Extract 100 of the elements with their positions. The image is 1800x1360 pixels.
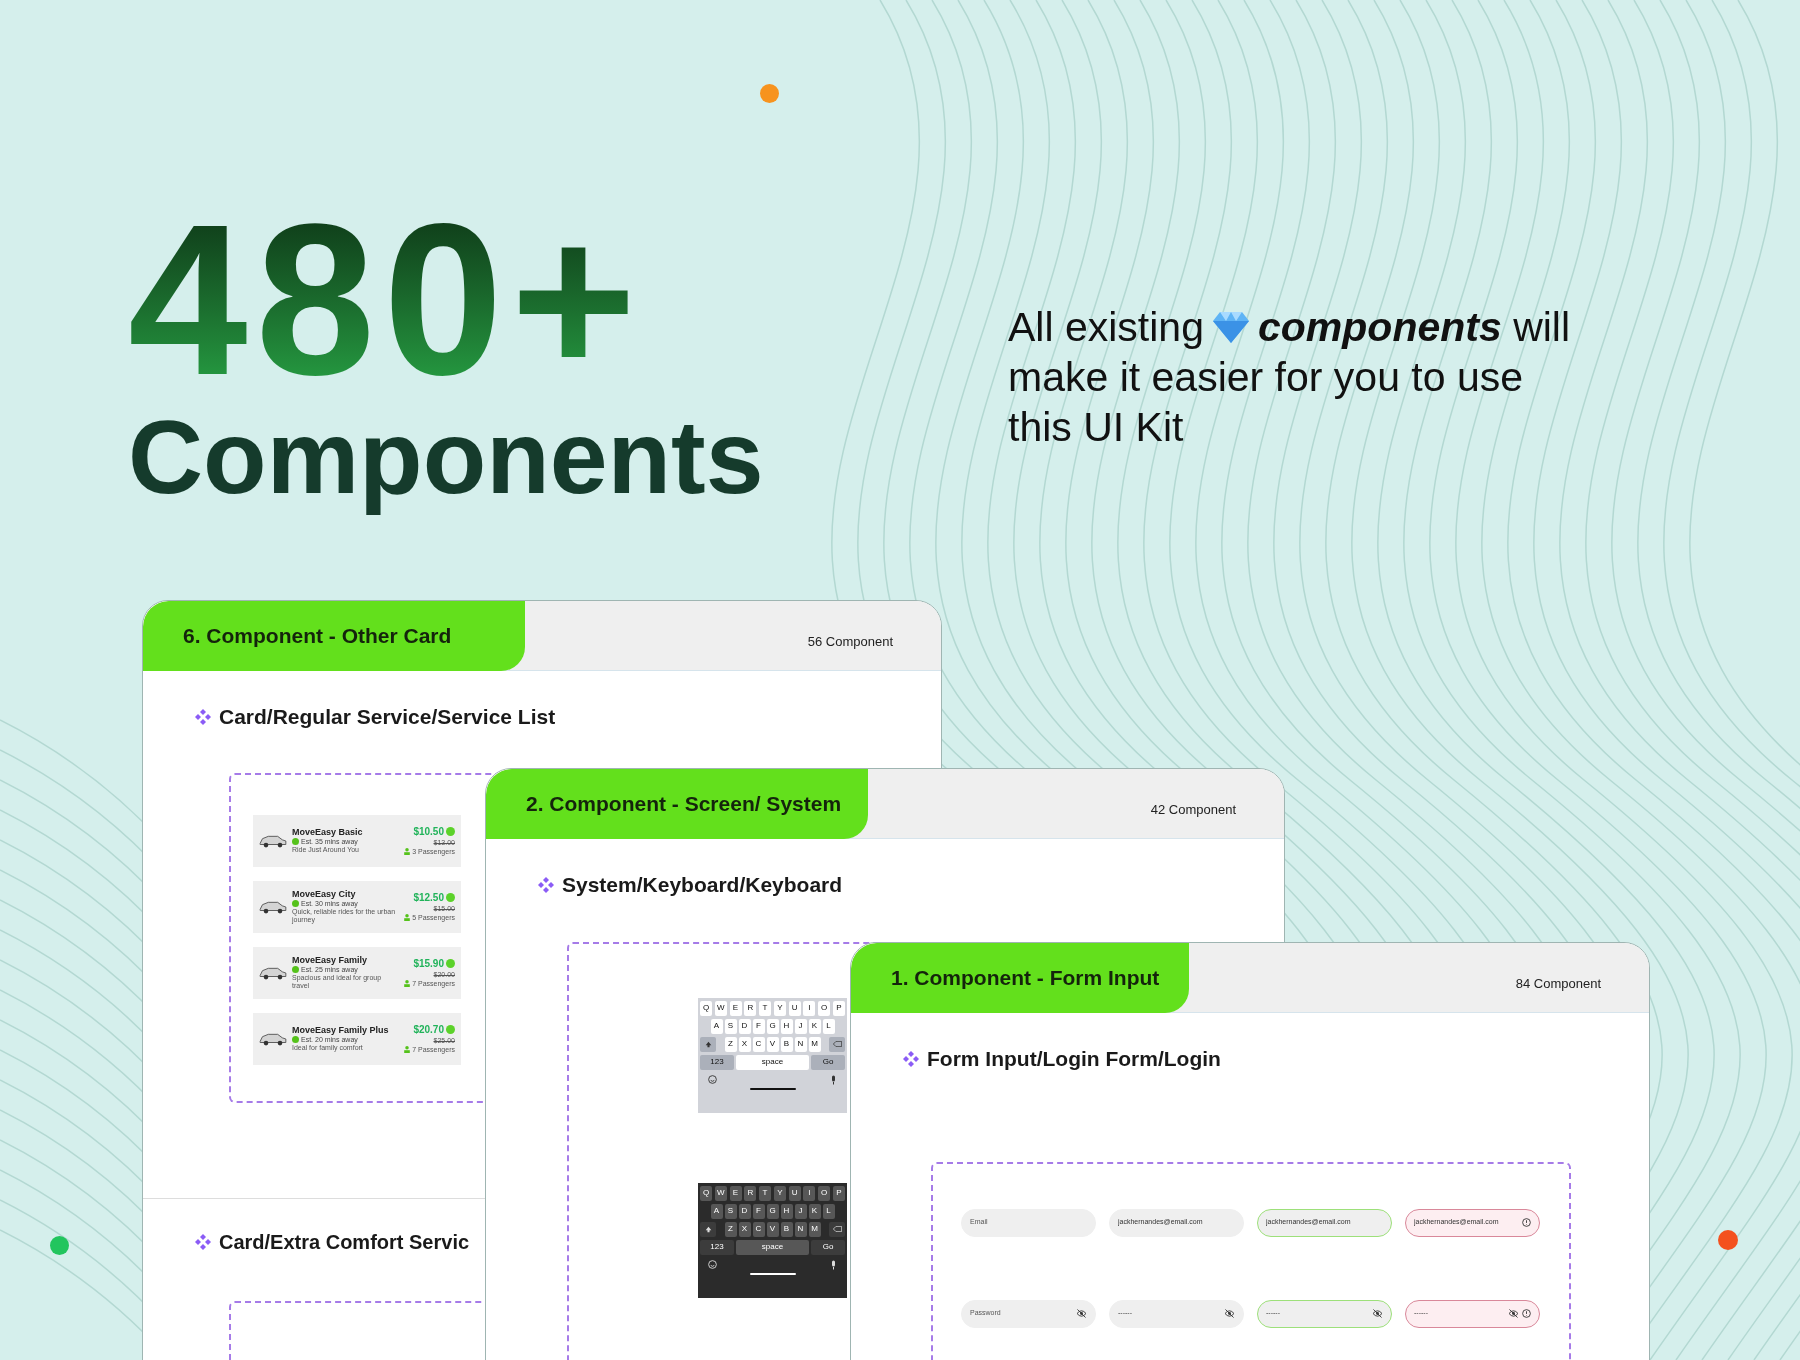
keyboard-key[interactable]: B [780,1221,793,1237]
keyboard-key[interactable]: 123 [700,1054,734,1070]
keyboard-key[interactable]: N [794,1036,807,1052]
component-count: 42 Component [1150,801,1236,819]
keyboard-key[interactable]: H [780,1018,793,1034]
keyboard-key[interactable]: W [714,1000,727,1016]
keyboard-key[interactable]: R [744,1000,757,1016]
car-icon [259,833,287,848]
eye-off-icon[interactable] [1076,1309,1087,1318]
keyboard-key[interactable]: Go [811,1054,845,1070]
component-icon [195,708,211,725]
keyboard-key[interactable]: C [752,1036,765,1052]
keyboard-key[interactable]: N [794,1221,807,1237]
shift-key[interactable] [700,1036,716,1052]
keyboard-key[interactable]: K [808,1018,821,1034]
shift-key[interactable] [700,1221,716,1237]
eye-off-icon[interactable] [1508,1309,1519,1318]
component-icon [195,1233,211,1250]
car-icon [259,899,287,914]
home-indicator [749,1087,796,1090]
person-icon [404,913,411,921]
keyboard-key[interactable]: Y [773,1185,786,1201]
keyboard-key[interactable]: P [832,1000,845,1016]
panel-title-tab[interactable]: 2. Component - Screen/ System [486,769,868,839]
keyboard-key[interactable]: L [822,1203,835,1219]
intro-text: All existing [1008,303,1204,352]
keyboard-key[interactable]: Z [724,1036,737,1052]
panel-title: 2. Component - Screen/ System [526,791,842,818]
headline-label: Components [128,398,764,517]
keyboard-key[interactable]: S [724,1203,737,1219]
keyboard-key[interactable]: V [766,1221,779,1237]
space-key[interactable]: space [736,1054,809,1070]
keyboard-key[interactable]: E [729,1000,742,1016]
car-icon [259,965,287,980]
component-count: 84 Component [1515,975,1601,993]
person-icon [404,979,411,987]
person-icon [404,847,411,855]
keyboard-key[interactable]: I [803,1185,816,1201]
section-heading: Card/Regular Service/Service List [219,704,556,730]
keyboard-key[interactable]: E [729,1185,742,1201]
home-indicator [749,1272,796,1275]
panel-title-tab[interactable]: 6. Component - Other Card [143,601,525,671]
keyboard-key[interactable]: Z [724,1221,737,1237]
keyboard-key[interactable]: L [822,1018,835,1034]
keyboard-key[interactable]: A [710,1018,723,1034]
keyboard-key[interactable]: T [759,1185,772,1201]
keyboard-key[interactable]: S [724,1018,737,1034]
keyboard-key[interactable]: R [744,1185,757,1201]
keyboard-key[interactable]: B [780,1036,793,1052]
keyboard-key[interactable]: V [766,1036,779,1052]
keyboard-key[interactable]: F [752,1018,765,1034]
backspace-key[interactable] [829,1221,845,1237]
keyboard-key[interactable]: U [788,1000,801,1016]
backspace-key[interactable] [829,1036,845,1052]
intro-text: this UI Kit [1008,403,1185,452]
keyboard-key[interactable]: M [808,1036,821,1052]
space-key[interactable]: space [736,1239,809,1255]
microphone-icon[interactable] [830,1259,837,1270]
panel-title: 6. Component - Other Card [183,623,452,650]
service-name: MoveEasy Family [292,955,369,965]
keyboard-key[interactable]: F [752,1203,765,1219]
component-count: 56 Component [807,633,893,651]
keyboard-key[interactable]: X [738,1221,751,1237]
keyboard-key[interactable]: J [794,1203,807,1219]
keyboard-key[interactable]: X [738,1036,751,1052]
keyboard-key[interactable]: D [738,1203,751,1219]
keyboard-key[interactable]: U [788,1185,801,1201]
keyboard-key[interactable]: G [766,1203,779,1219]
microphone-icon[interactable] [830,1074,837,1085]
emoji-icon[interactable] [708,1075,717,1084]
keyboard-key[interactable]: O [818,1000,831,1016]
keyboard-key[interactable]: J [794,1018,807,1034]
keyboard-key[interactable]: Q [700,1000,712,1016]
keyboard-key[interactable]: P [832,1185,845,1201]
keyboard-key[interactable]: C [752,1221,765,1237]
keyboard-key[interactable]: Go [811,1239,845,1255]
keyboard-key[interactable]: I [803,1000,816,1016]
panel-title: 1. Component - Form Input [891,965,1160,992]
alert-icon [1522,1309,1531,1318]
eye-off-icon[interactable] [1372,1309,1383,1318]
keyboard-key[interactable]: G [766,1018,779,1034]
keyboard-key[interactable]: W [714,1185,727,1201]
price: $15.90 [413,958,444,969]
keyboard-key[interactable]: 123 [700,1239,734,1255]
keyboard-key[interactable]: K [808,1203,821,1219]
eye-off-icon[interactable] [1224,1309,1235,1318]
intro-text: components will [1258,303,1571,352]
intro-text: make it easier for you to use [1008,353,1525,402]
keyboard-key[interactable]: M [808,1221,821,1237]
keyboard-key[interactable]: T [759,1000,772,1016]
keyboard-key[interactable]: O [818,1185,831,1201]
keyboard-key[interactable]: A [710,1203,723,1219]
backspace-icon [832,1041,842,1047]
keyboard-key[interactable]: H [780,1203,793,1219]
service-name: MoveEasy Family Plus [292,1025,390,1035]
keyboard-key[interactable]: D [738,1018,751,1034]
keyboard-key[interactable]: Y [773,1000,786,1016]
keyboard-key[interactable]: Q [700,1185,712,1201]
panel-title-tab[interactable]: 1. Component - Form Input [851,943,1189,1013]
arrow-up-icon [704,1040,712,1048]
